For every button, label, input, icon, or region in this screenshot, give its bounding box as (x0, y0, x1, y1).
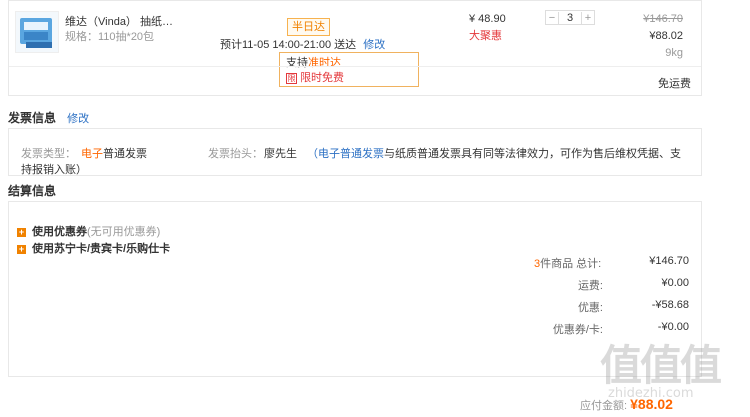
coupon-note: (无可用优惠券) (87, 226, 161, 238)
quantity-stepper[interactable]: − 3 + (545, 10, 595, 25)
coupon-card-label: 优惠券/卡: (552, 324, 603, 336)
settlement-panel: + 使用优惠券(无可用优惠券) + 使用苏宁卡/贵宾卡/乐购仕卡 3件商品 总计: … (8, 201, 702, 377)
use-coupon-row[interactable]: + 使用优惠券(无可用优惠券) (17, 223, 160, 239)
invoice-header-value: 廖先生 (264, 148, 297, 160)
invoice-type-value: 电子普通发票 (81, 148, 147, 160)
use-card-label[interactable]: 使用苏宁卡/贵宾卡/乐购仕卡 (32, 243, 170, 255)
discount-value: -¥58.68 (651, 299, 689, 311)
tooltip-line1: 支持准时达 (286, 57, 341, 69)
unit-price: ¥ 48.90 (469, 13, 506, 25)
promo-tag: 大聚惠 (469, 30, 502, 42)
invoice-note: （电子普通发票与纸质普通发票具有同等法律效力，可作为售后维权凭据、支 (307, 148, 681, 160)
delivery-estimate: 预计11-05 14:00-21:00 送达 修改 (220, 36, 385, 52)
delivery-text: 预计11-05 14:00-21:00 送达 (220, 39, 357, 51)
discount-label: 优惠: (577, 302, 603, 314)
use-coupon-label[interactable]: 使用优惠券 (32, 226, 87, 238)
delivery-modify-link[interactable]: 修改 (363, 39, 385, 51)
use-card-row[interactable]: + 使用苏宁卡/贵宾卡/乐购仕卡 (17, 240, 170, 256)
item-count-total: 3件商品 总计: (534, 258, 602, 270)
freight-label: 运费: (577, 280, 603, 292)
weight: 9kg (665, 47, 683, 59)
expand-plus-icon[interactable]: + (17, 244, 26, 254)
invoice-title: 发票信息 (8, 111, 57, 125)
product-spec: 规格：110抽*20包 (65, 31, 155, 43)
payable-label: 应付金额: (580, 400, 628, 412)
invoice-note-line2: 持报销入账） (21, 164, 87, 176)
on-time-delivery-tooltip: 支持准时达 限 限时免费 (279, 52, 419, 87)
total-value: ¥146.70 (649, 255, 689, 267)
watermark-logo: 值值值 (600, 341, 722, 390)
invoice-type-label: 发票类型： (21, 148, 76, 160)
quantity-plus-button[interactable]: + (582, 12, 594, 24)
free-shipping: 免运费 (658, 78, 691, 90)
invoice-header: 发票信息 修改 (8, 109, 89, 126)
expand-plus-icon[interactable]: + (17, 227, 26, 237)
invoice-header-label: 发票抬头： (208, 148, 263, 160)
freight-value: ¥0.00 (661, 277, 689, 289)
limited-icon: 限 (286, 72, 297, 84)
product-thumbnail[interactable] (15, 11, 59, 53)
quantity-minus-button[interactable]: − (546, 12, 558, 24)
half-day-delivery-badge: 半日达 (287, 18, 330, 36)
invoice-modify-link[interactable]: 修改 (67, 113, 89, 125)
original-total: ¥146.70 (643, 13, 683, 25)
invoice-panel: 发票类型： 电子普通发票 发票抬头： 廖先生 （电子普通发票与纸质普通发票具有同… (8, 128, 702, 176)
quantity-input[interactable]: 3 (558, 11, 582, 24)
e-invoice-link[interactable]: 电子普通发票 (318, 148, 384, 160)
settlement-title: 结算信息 (8, 184, 57, 198)
product-name[interactable]: 维达（Vinda） 抽纸… (65, 13, 173, 29)
watermark-domain: zhidezhi.com (608, 386, 694, 401)
tooltip-line2: 限 限时免费 (286, 72, 345, 84)
product-panel: 维达（Vinda） 抽纸… 规格：110抽*20包 半日达 预计11-05 14… (8, 0, 702, 96)
subtotal: ¥88.02 (649, 30, 683, 42)
